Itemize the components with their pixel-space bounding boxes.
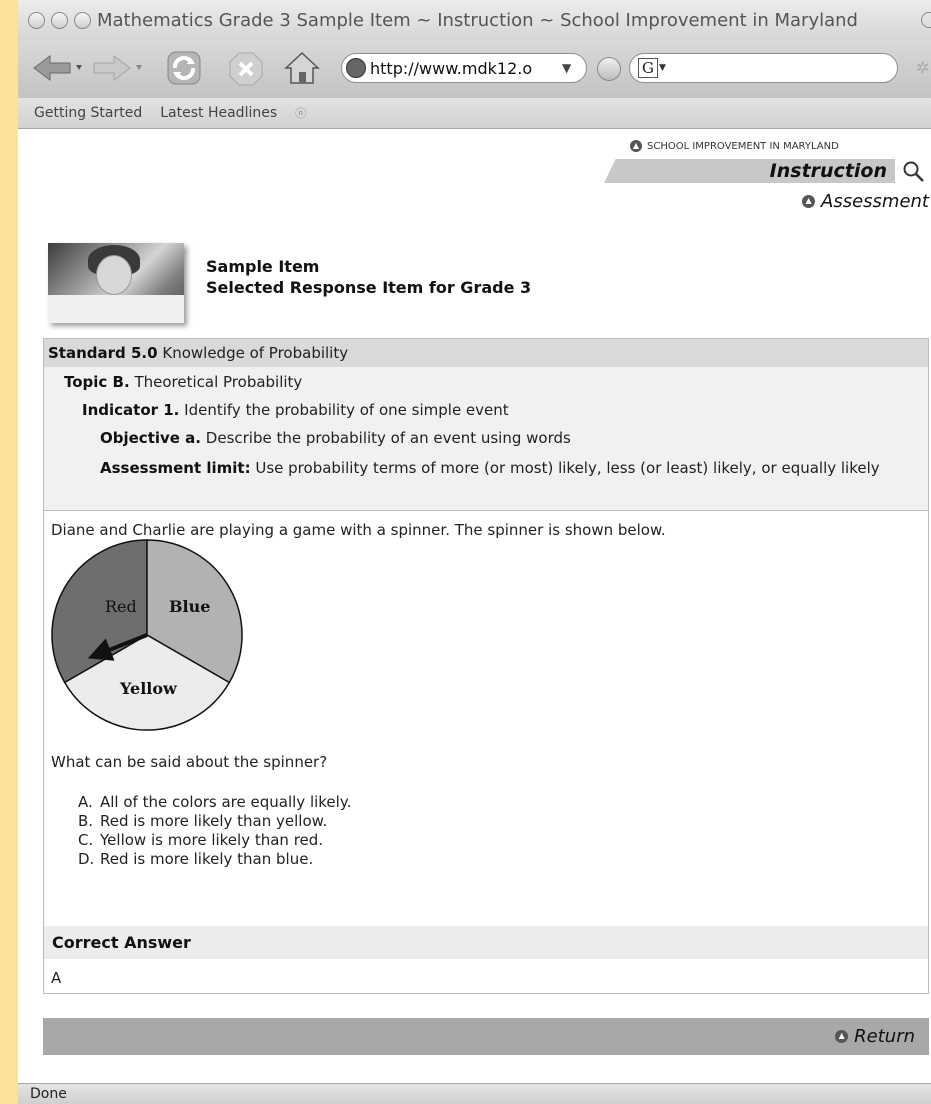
site-org-link[interactable]: ▲ SCHOOL IMPROVEMENT IN MARYLAND	[630, 140, 839, 152]
standards-panel: Standard 5.0 Knowledge of Probability To…	[43, 338, 929, 511]
status-bar: Done	[18, 1083, 931, 1104]
window-title: Mathematics Grade 3 Sample Item ~ Instru…	[97, 9, 858, 31]
search-magnifier-icon[interactable]	[902, 160, 926, 182]
browser-window: Mathematics Grade 3 Sample Item ~ Instru…	[18, 0, 931, 1104]
address-dropdown-icon[interactable]: ▼	[562, 61, 571, 75]
bookmark-getting-started[interactable]: Getting Started	[34, 105, 142, 121]
section-instruction-tab[interactable]: Instruction	[604, 159, 895, 183]
correct-answer-value: A	[51, 969, 62, 987]
topic-text: Theoretical Probability	[134, 373, 303, 391]
choice-d: D. Red is more likely than blue.	[78, 850, 351, 869]
go-button[interactable]	[597, 57, 621, 81]
search-field[interactable]: G ▼	[629, 53, 898, 83]
window-controls	[28, 11, 91, 29]
navigation-toolbar: http://www.mdk12.o ▼ G ▼ ✲	[18, 40, 931, 99]
return-link[interactable]: ▲ Return	[835, 1026, 915, 1047]
spinner-label-yellow: Yellow	[119, 679, 178, 698]
choice-text: Red is more likely than yellow.	[100, 812, 328, 830]
assessment-limit-row: Assessment limit: Use probability terms …	[100, 457, 900, 479]
assessment-limit-label: Assessment limit:	[100, 459, 251, 477]
up-arrow-icon: ▲	[835, 1030, 849, 1043]
indicator-text: Identify the probability of one simple e…	[184, 401, 509, 419]
item-subtitle: Selected Response Item for Grade 3	[206, 278, 532, 297]
back-arrow-icon[interactable]	[30, 53, 86, 83]
item-heading: Sample Item Selected Response Item for G…	[206, 256, 531, 298]
indicator-row: Indicator 1. Identify the probability of…	[82, 401, 509, 419]
address-text: http://www.mdk12.o	[370, 58, 533, 78]
spinner-figure: Red Blue Yellow	[51, 539, 243, 731]
choice-a: A. All of the colors are equally likely.	[78, 793, 351, 812]
bookmark-latest-headlines[interactable]: Latest Headlines ⓝ	[160, 105, 306, 121]
minimize-window-button[interactable]	[51, 11, 68, 29]
return-bar: ▲ Return	[43, 1018, 929, 1055]
title-bar: Mathematics Grade 3 Sample Item ~ Instru…	[18, 0, 931, 40]
choice-letter: C.	[78, 831, 94, 849]
address-bar[interactable]: http://www.mdk12.o ▼	[341, 53, 587, 83]
correct-answer-heading: Correct Answer	[44, 926, 928, 959]
item-title: Sample Item	[206, 257, 320, 276]
bookmark-label: Latest Headlines	[160, 105, 278, 121]
choice-letter: B.	[78, 812, 94, 830]
bookmarks-toolbar: Getting Started Latest Headlines ⓝ	[18, 98, 931, 129]
choice-c: C. Yellow is more likely than red.	[78, 831, 351, 850]
stop-icon[interactable]	[228, 51, 264, 87]
choice-text: All of the colors are equally likely.	[100, 793, 352, 811]
question-prompt: What can be said about the spinner?	[51, 753, 328, 771]
student-photo	[48, 243, 184, 323]
site-org-label: SCHOOL IMPROVEMENT IN MARYLAND	[647, 140, 839, 152]
spinner-label-red: Red	[105, 597, 137, 616]
assessment-limit-text: Use probability terms of more (or most) …	[255, 459, 880, 477]
toolbar-toggle-button[interactable]	[921, 12, 931, 28]
spinner-label-blue: Blue	[169, 597, 210, 616]
forward-arrow-icon[interactable]	[92, 53, 148, 83]
objective-text: Describe the probability of an event usi…	[205, 429, 571, 447]
globe-icon	[346, 58, 366, 78]
standard-row: Standard 5.0 Knowledge of Probability	[44, 339, 928, 367]
rss-feed-icon: ⓝ	[295, 107, 307, 120]
topic-row: Topic B. Theoretical Probability	[64, 373, 302, 391]
answer-choices: A. All of the colors are equally likely. …	[78, 793, 351, 869]
zoom-window-button[interactable]	[74, 11, 91, 29]
indicator-label: Indicator 1.	[82, 401, 180, 419]
objective-row: Objective a. Describe the probability of…	[100, 429, 571, 447]
activity-throbber-icon: ✲	[916, 58, 930, 77]
topic-label: Topic B.	[64, 373, 130, 391]
reload-icon[interactable]	[166, 50, 202, 86]
up-arrow-icon: ▲	[802, 195, 816, 208]
up-arrow-icon: ▲	[630, 140, 642, 152]
assessment-label: Assessment	[821, 191, 929, 212]
google-search-icon[interactable]: G	[638, 58, 658, 78]
objective-label: Objective a.	[100, 429, 202, 447]
choice-text: Yellow is more likely than red.	[100, 831, 324, 849]
standard-label: Standard 5.0	[48, 344, 158, 362]
choice-letter: A.	[78, 793, 93, 811]
choice-letter: D.	[78, 850, 95, 868]
choice-text: Red is more likely than blue.	[100, 850, 314, 868]
choice-b: B. Red is more likely than yellow.	[78, 812, 351, 831]
home-icon[interactable]	[283, 50, 321, 86]
standard-text: Knowledge of Probability	[162, 344, 349, 362]
assessment-link[interactable]: ▲ Assessment	[802, 191, 929, 212]
return-label: Return	[854, 1026, 915, 1047]
close-window-button[interactable]	[28, 11, 45, 29]
search-engine-dropdown-icon[interactable]: ▼	[659, 63, 666, 73]
